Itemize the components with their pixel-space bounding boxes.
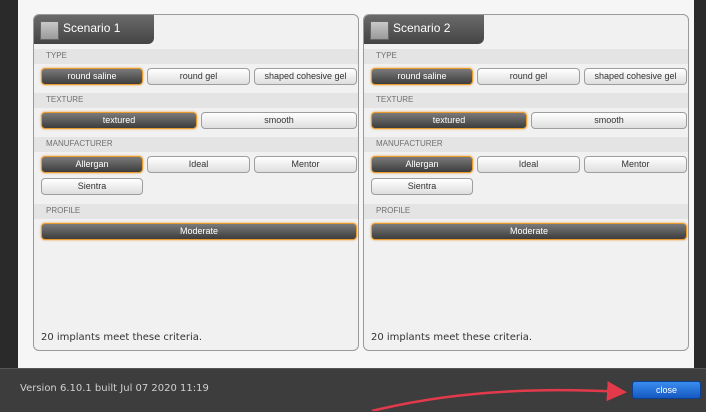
window-border-left (0, 0, 18, 368)
type-option-round-saline[interactable]: round saline (41, 68, 143, 85)
scenario-title: Scenario 2 (393, 21, 451, 35)
criteria-count-text: 20 implants meet these criteria. (41, 332, 203, 343)
scenario-panel-1: Scenario 1 TYPE round saline round gel s… (33, 14, 359, 351)
window-border-right (694, 0, 706, 368)
scenario-header: Scenario 2 (364, 15, 484, 44)
scenario-panel-2: Scenario 2 TYPE round saline round gel s… (363, 14, 689, 351)
section-manufacturer-header: MANUFACTURER (364, 137, 688, 152)
section-label: TEXTURE (46, 95, 84, 104)
section-label: PROFILE (376, 206, 411, 215)
texture-option-textured[interactable]: textured (41, 112, 197, 129)
profile-option-moderate[interactable]: Moderate (371, 223, 687, 240)
manufacturer-option-sientra[interactable]: Sientra (371, 178, 473, 195)
type-option-round-gel[interactable]: round gel (477, 68, 580, 85)
texture-option-smooth[interactable]: smooth (531, 112, 687, 129)
manufacturer-option-mentor[interactable]: Mentor (584, 156, 687, 173)
app-window: Scenario 1 TYPE round saline round gel s… (0, 0, 706, 412)
texture-option-smooth[interactable]: smooth (201, 112, 357, 129)
scenario-title: Scenario 1 (63, 21, 121, 35)
close-button[interactable]: close (632, 381, 701, 399)
section-profile-header: PROFILE (364, 204, 688, 219)
type-option-round-saline[interactable]: round saline (371, 68, 473, 85)
profile-option-moderate[interactable]: Moderate (41, 223, 357, 240)
version-text: Version 6.10.1 built Jul 07 2020 11:19 (20, 383, 209, 394)
scenario-comparison-area: Scenario 1 TYPE round saline round gel s… (18, 0, 694, 369)
section-label: TEXTURE (376, 95, 414, 104)
manufacturer-option-allergan[interactable]: Allergan (41, 156, 143, 173)
manufacturer-option-ideal[interactable]: Ideal (147, 156, 250, 173)
section-type-header: TYPE (364, 49, 688, 64)
criteria-count-text: 20 implants meet these criteria. (371, 332, 533, 343)
scenario-color-icon (40, 21, 59, 40)
section-label: PROFILE (46, 206, 81, 215)
section-profile-header: PROFILE (34, 204, 358, 219)
section-texture-header: TEXTURE (364, 93, 688, 108)
scenario-header: Scenario 1 (34, 15, 154, 44)
scenario-color-icon (370, 21, 389, 40)
type-option-shaped-cohesive-gel[interactable]: shaped cohesive gel (584, 68, 687, 85)
section-label: MANUFACTURER (46, 139, 113, 148)
section-type-header: TYPE (34, 49, 358, 64)
manufacturer-option-ideal[interactable]: Ideal (477, 156, 580, 173)
type-option-round-gel[interactable]: round gel (147, 68, 250, 85)
section-label: TYPE (376, 51, 397, 60)
manufacturer-option-mentor[interactable]: Mentor (254, 156, 357, 173)
section-label: TYPE (46, 51, 67, 60)
section-manufacturer-header: MANUFACTURER (34, 137, 358, 152)
manufacturer-option-allergan[interactable]: Allergan (371, 156, 473, 173)
manufacturer-option-sientra[interactable]: Sientra (41, 178, 143, 195)
section-label: MANUFACTURER (376, 139, 443, 148)
type-option-shaped-cohesive-gel[interactable]: shaped cohesive gel (254, 68, 357, 85)
section-texture-header: TEXTURE (34, 93, 358, 108)
texture-option-textured[interactable]: textured (371, 112, 527, 129)
